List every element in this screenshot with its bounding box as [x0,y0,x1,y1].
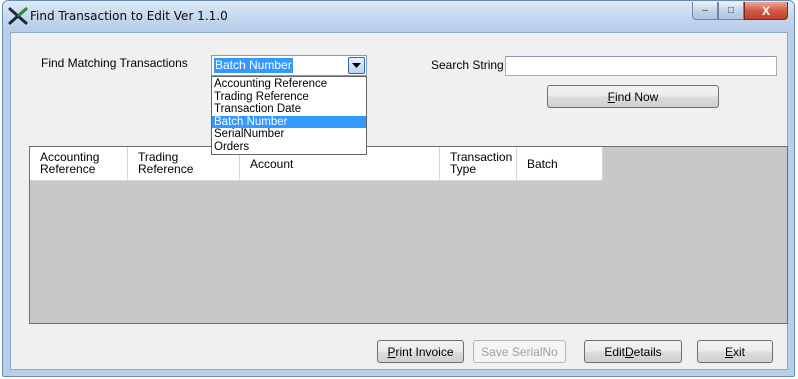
field-select-dropdown-button[interactable] [348,57,365,74]
close-icon: X [761,3,770,18]
column-header-transaction-type[interactable]: Transaction Type [440,147,517,181]
col-type-line2: Type [450,162,477,176]
find-now-mnemonic: F [607,89,615,104]
print-invoice-label: rint Invoice [395,344,454,359]
print-invoice-mnemonic: P [387,344,396,359]
dropdown-option-transaction-date[interactable]: Transaction Date [212,103,366,116]
find-matching-label: Find Matching Transactions [41,56,188,70]
app-x-icon [8,7,28,25]
column-header-accounting-reference[interactable]: Accounting Reference [30,147,128,181]
dropdown-option-orders[interactable]: Orders [212,141,366,154]
find-now-label: ind Now [614,89,659,104]
save-serialno-button[interactable]: Save SerialNo [473,340,566,363]
print-invoice-button[interactable]: Print Invoice [377,340,464,363]
exit-mnemonic: E [724,344,733,359]
exit-label: xit [733,344,745,359]
edit-details-label: etails [633,344,662,359]
field-dropdown-list: Accounting Reference Trading Reference T… [211,76,367,155]
title-bar[interactable]: Find Transaction to Edit Ver 1.1.0 – □ X [3,1,794,31]
find-now-button[interactable]: Find Now [547,85,719,108]
col-account-label: Account [250,156,294,171]
col-accounting-line2: Reference [40,162,96,176]
field-select[interactable]: Batch Number [211,55,367,76]
maximize-icon: □ [727,5,735,16]
search-string-input[interactable] [505,56,777,76]
save-serialno-label: Save SerialNo [481,344,558,359]
window-title: Find Transaction to Edit Ver 1.1.0 [30,9,228,23]
column-header-batch[interactable]: Batch [517,147,603,181]
dropdown-option-batch-number[interactable]: Batch Number [212,115,366,128]
transactions-grid[interactable]: Accounting Reference Trading Reference Acc… [29,146,788,324]
minimize-button[interactable]: – [692,2,718,20]
search-string-label: Search String [431,58,504,72]
minimize-icon: – [702,5,708,16]
col-batch-label: Batch [527,156,558,171]
chevron-down-icon [352,62,361,68]
edit-details-mnemonic: D [625,344,634,359]
dropdown-option-trading-reference[interactable]: Trading Reference [212,91,366,104]
dropdown-option-accounting-reference[interactable]: Accounting Reference [212,78,366,91]
exit-button[interactable]: Exit [697,340,773,363]
edit-details-button[interactable]: Edit Details [584,340,682,363]
col-trading-line2: Reference [138,162,194,176]
app-window: Find Transaction to Edit Ver 1.1.0 – □ X… [2,0,795,377]
field-select-value: Batch Number [214,58,293,73]
edit-details-prefix: Edit [604,344,625,359]
maximize-button[interactable]: □ [718,2,744,20]
close-button[interactable]: X [744,2,788,20]
dropdown-option-serialnumber[interactable]: SerialNumber [212,128,366,141]
client-area: Find Matching Transactions Batch Number … [10,32,788,370]
